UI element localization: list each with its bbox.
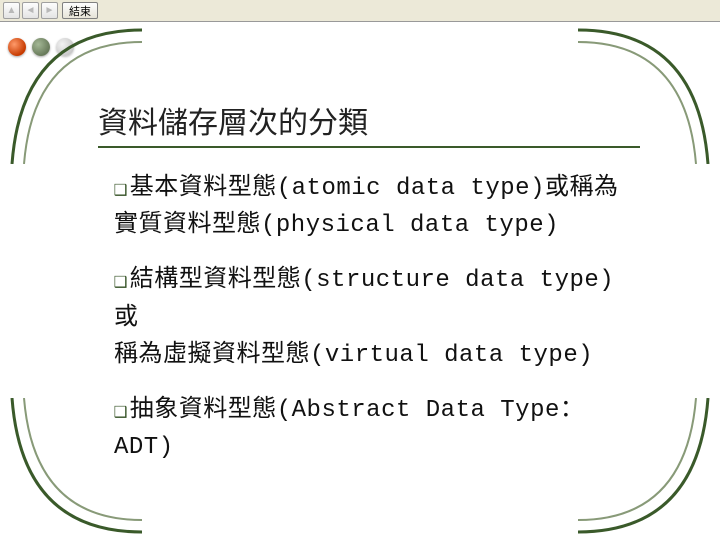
- nav-prev-icon: ◄: [26, 6, 36, 16]
- bullet-text: 抽象資料型態(Abstract Data Type：ADT): [114, 397, 584, 461]
- bullet-text: 基本資料型態(atomic data type)或稱為: [130, 175, 619, 202]
- nav-next-button[interactable]: ►: [41, 2, 58, 19]
- bullet-icon: ❑: [114, 177, 128, 202]
- end-show-button[interactable]: 結束: [62, 2, 98, 19]
- list-item: ❑抽象資料型態(Abstract Data Type：ADT): [114, 392, 634, 466]
- bullet-icon: ❑: [114, 399, 128, 424]
- content-body: ❑基本資料型態(atomic data type)或稱為 實質資料型態(phys…: [114, 170, 634, 484]
- title-block: 資料儲存層次的分類: [98, 98, 640, 148]
- list-item: ❑基本資料型態(atomic data type)或稱為 實質資料型態(phys…: [114, 170, 634, 244]
- nav-next-icon: ►: [45, 6, 55, 16]
- nav-up-icon: ▲: [7, 6, 17, 16]
- title-underline: [98, 146, 640, 148]
- bullet-continuation: 稱為虛擬資料型態(virtual data type): [114, 342, 593, 369]
- slide-canvas: 資料儲存層次的分類 ❑基本資料型態(atomic data type)或稱為 實…: [0, 22, 720, 540]
- list-item: ❑結構型資料型態(structure data type)或 稱為虛擬資料型態(…: [114, 262, 634, 374]
- bullet-continuation: 實質資料型態(physical data type): [114, 212, 559, 239]
- slide-title: 資料儲存層次的分類: [98, 98, 640, 146]
- nav-prev-button[interactable]: ◄: [22, 2, 39, 19]
- bullet-text: 結構型資料型態(structure data type)或: [114, 267, 614, 331]
- viewer-toolbar: ▲ ◄ ► 結束: [0, 0, 720, 22]
- bullet-icon: ❑: [114, 269, 128, 294]
- nav-up-button[interactable]: ▲: [3, 2, 20, 19]
